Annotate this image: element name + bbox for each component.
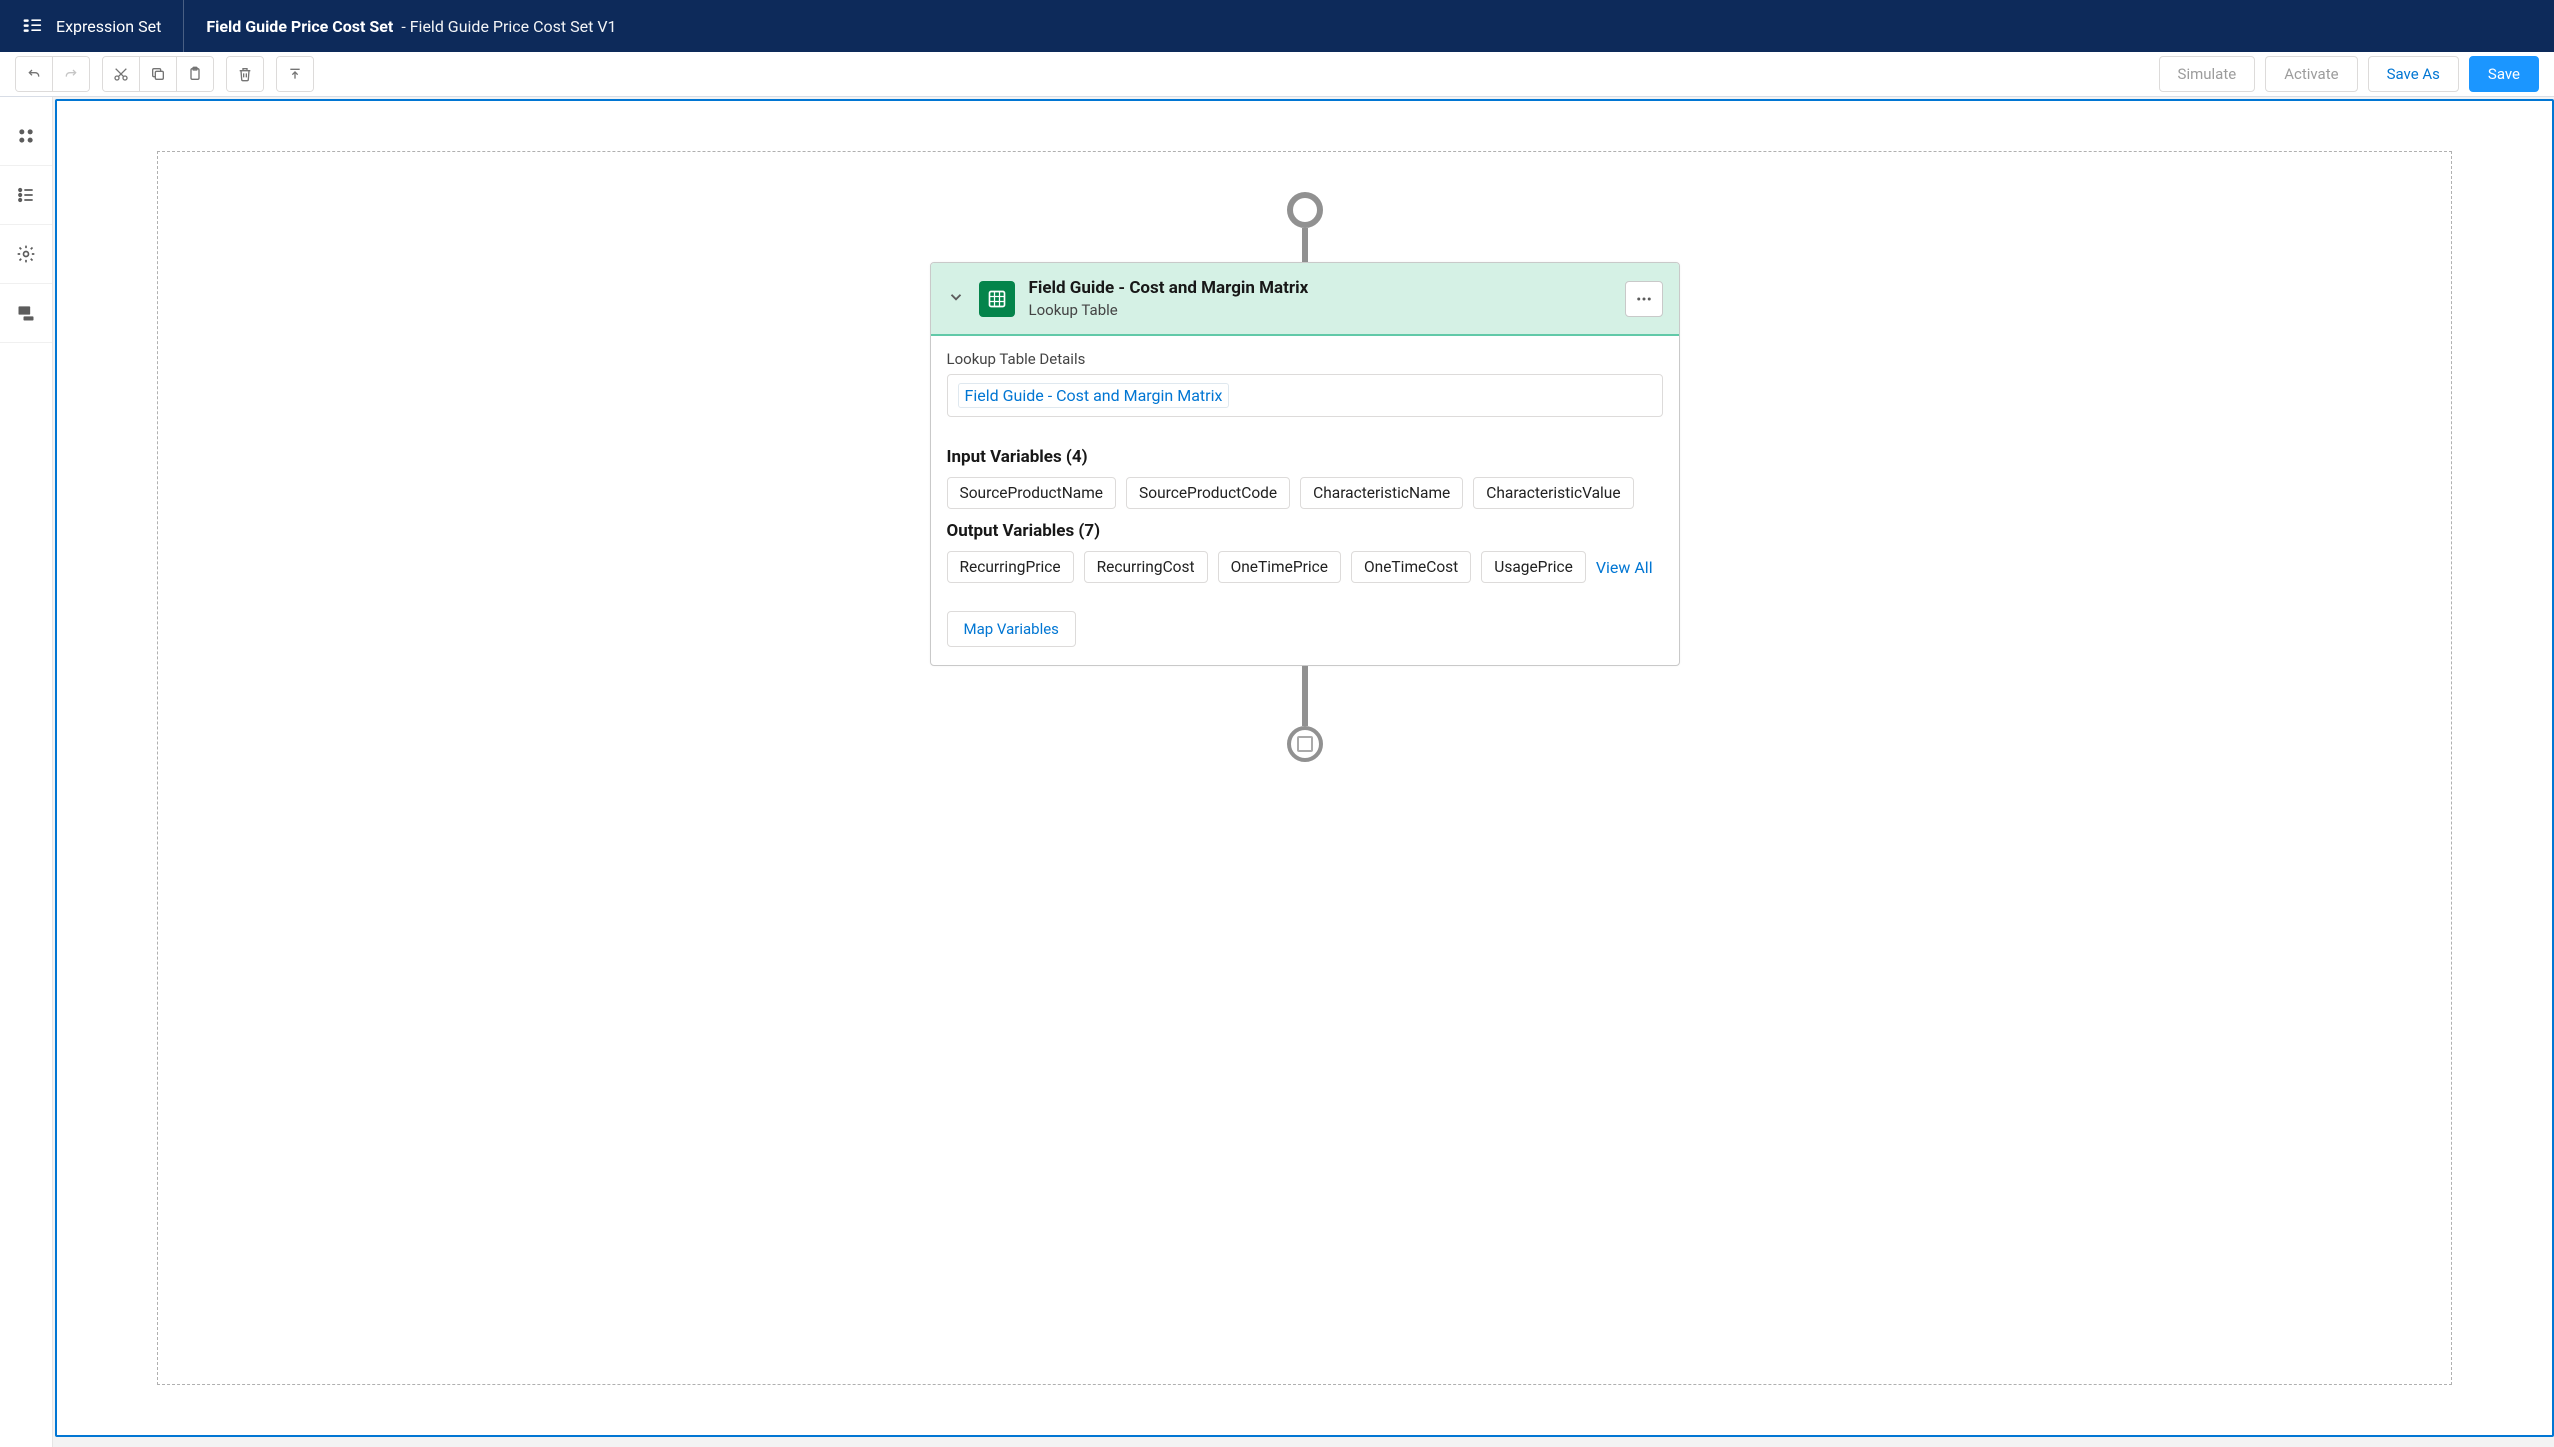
card-titles: Field Guide - Cost and Margin Matrix Loo… <box>1029 277 1611 320</box>
left-rail <box>0 97 53 1447</box>
page-title-sub: - Field Guide Price Cost Set V1 <box>401 17 616 36</box>
undo-button[interactable] <box>16 57 53 91</box>
variable-chip[interactable]: CharacteristicName <box>1300 477 1463 509</box>
collapse-chevron-icon[interactable] <box>947 288 965 310</box>
page-title-main: Field Guide Price Cost Set <box>206 17 393 36</box>
copy-button[interactable] <box>140 57 177 91</box>
delete-button[interactable] <box>227 57 263 91</box>
start-node[interactable] <box>1287 192 1323 228</box>
cut-button[interactable] <box>103 57 140 91</box>
variable-chip[interactable]: CharacteristicValue <box>1473 477 1633 509</box>
variable-chip[interactable]: RecurringPrice <box>947 551 1074 583</box>
card-header: Field Guide - Cost and Margin Matrix Loo… <box>931 263 1679 336</box>
redo-button[interactable] <box>53 57 89 91</box>
card-body: Lookup Table Details Field Guide - Cost … <box>931 336 1679 665</box>
app-brand: Expression Set <box>0 0 184 52</box>
simulate-button[interactable]: Simulate <box>2159 56 2256 92</box>
toolbar: Simulate Activate Save As Save <box>0 52 2554 97</box>
app-header: Expression Set Field Guide Price Cost Se… <box>0 0 2554 52</box>
activate-button[interactable]: Activate <box>2265 56 2357 92</box>
view-all-link[interactable]: View All <box>1596 558 1653 577</box>
map-variables-button[interactable]: Map Variables <box>947 611 1076 647</box>
flow-connector <box>1302 666 1308 726</box>
elements-tab[interactable] <box>0 107 52 166</box>
save-as-button[interactable]: Save As <box>2368 56 2459 92</box>
clipboard-group <box>102 56 214 92</box>
card-more-button[interactable] <box>1625 281 1663 317</box>
output-vars-row: RecurringPrice RecurringCost OneTimePrice O… <box>947 551 1663 583</box>
input-vars-row: SourceProductName SourceProductCode Charac… <box>947 477 1663 509</box>
expression-set-icon <box>22 16 42 36</box>
settings-tab[interactable] <box>0 225 52 284</box>
variable-chip[interactable]: OneTimeCost <box>1351 551 1471 583</box>
collapse-button[interactable] <box>277 57 313 91</box>
end-node[interactable] <box>1287 726 1323 762</box>
misc-group <box>276 56 314 92</box>
list-tab[interactable] <box>0 166 52 225</box>
canvas-viewport[interactable]: Field Guide - Cost and Margin Matrix Loo… <box>55 99 2554 1437</box>
resources-tab[interactable] <box>0 284 52 343</box>
lookup-table-icon <box>979 281 1015 317</box>
delete-group <box>226 56 264 92</box>
history-group <box>15 56 90 92</box>
variable-chip[interactable]: UsagePrice <box>1481 551 1586 583</box>
variable-chip[interactable]: OneTimePrice <box>1218 551 1341 583</box>
save-button[interactable]: Save <box>2469 56 2539 92</box>
lookup-details-label: Lookup Table Details <box>947 350 1663 368</box>
variable-chip[interactable]: RecurringCost <box>1084 551 1208 583</box>
variable-chip[interactable]: SourceProductName <box>947 477 1117 509</box>
flow-connector <box>1302 228 1308 262</box>
paste-button[interactable] <box>177 57 213 91</box>
lookup-details-field[interactable]: Field Guide - Cost and Margin Matrix <box>947 374 1663 417</box>
lookup-details-link[interactable]: Field Guide - Cost and Margin Matrix <box>958 383 1230 408</box>
lookup-table-card[interactable]: Field Guide - Cost and Margin Matrix Loo… <box>930 262 1680 666</box>
flow-column: Field Guide - Cost and Margin Matrix Loo… <box>158 152 2451 762</box>
card-subtitle: Lookup Table <box>1029 300 1611 320</box>
output-vars-title: Output Variables (7) <box>947 521 1663 541</box>
variable-chip[interactable]: SourceProductCode <box>1126 477 1290 509</box>
card-title: Field Guide - Cost and Margin Matrix <box>1029 277 1611 300</box>
input-vars-title: Input Variables (4) <box>947 447 1663 467</box>
app-label: Expression Set <box>56 17 161 36</box>
canvas-surface[interactable]: Field Guide - Cost and Margin Matrix Loo… <box>157 151 2452 1385</box>
page-title: Field Guide Price Cost Set - Field Guide… <box>184 0 638 52</box>
